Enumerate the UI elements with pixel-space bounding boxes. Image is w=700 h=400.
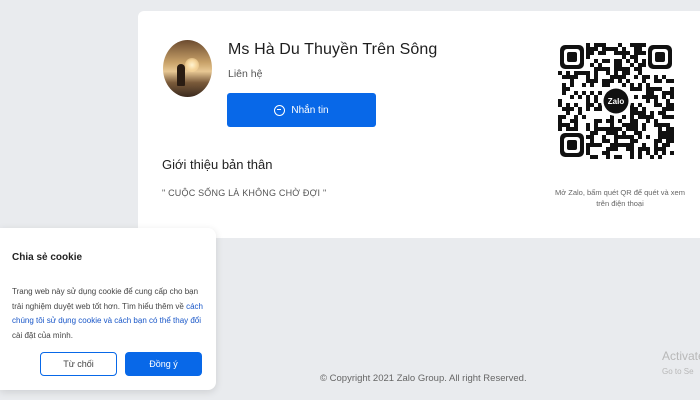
message-button-label: Nhắn tin — [291, 104, 329, 116]
qr-logo-text: Zalo — [608, 97, 625, 106]
avatar-figure — [177, 64, 185, 86]
activation-watermark: Activate Go to Se — [662, 348, 700, 380]
message-button[interactable]: Nhắn tin — [227, 93, 376, 127]
decline-button[interactable]: Từ chối — [40, 352, 117, 376]
avatar-sun — [185, 58, 199, 72]
profile-card: Ms Hà Du Thuyền Trên Sông Liên hệ Nhắn t… — [138, 11, 700, 238]
chat-icon — [274, 104, 286, 116]
qr-caption: Mở Zalo, bấm quét QR để quét và xem trên… — [555, 188, 685, 208]
cookie-dialog: Chia sẻ cookie Trang web này sử dụng coo… — [0, 228, 216, 390]
cookie-body: Trang web này sử dụng cookie để cung cấp… — [12, 285, 206, 343]
qr-code-image: Zalo — [558, 43, 674, 159]
qr-code: Zalo — [558, 43, 674, 189]
profile-name: Ms Hà Du Thuyền Trên Sông — [228, 41, 438, 58]
relation-status: Liên hệ — [228, 68, 263, 80]
cookie-body-text: Trang web này sử dụng cookie để cung cấp… — [12, 287, 199, 311]
intro-title: Giới thiệu bản thân — [162, 157, 273, 172]
cookie-body-text-end: cài đặt của mình. — [12, 330, 73, 340]
intro-text: " CUỘC SỐNG LÀ KHÔNG CHỜ ĐỢI " — [162, 188, 327, 198]
accept-button[interactable]: Đồng ý — [125, 352, 202, 376]
watermark-line-1: Activate — [662, 349, 700, 363]
watermark-line-2: Go to Se — [662, 367, 694, 376]
avatar[interactable] — [163, 40, 212, 97]
copyright-footer: © Copyright 2021 Zalo Group. All right R… — [320, 373, 527, 384]
cookie-title: Chia sẻ cookie — [12, 252, 83, 263]
